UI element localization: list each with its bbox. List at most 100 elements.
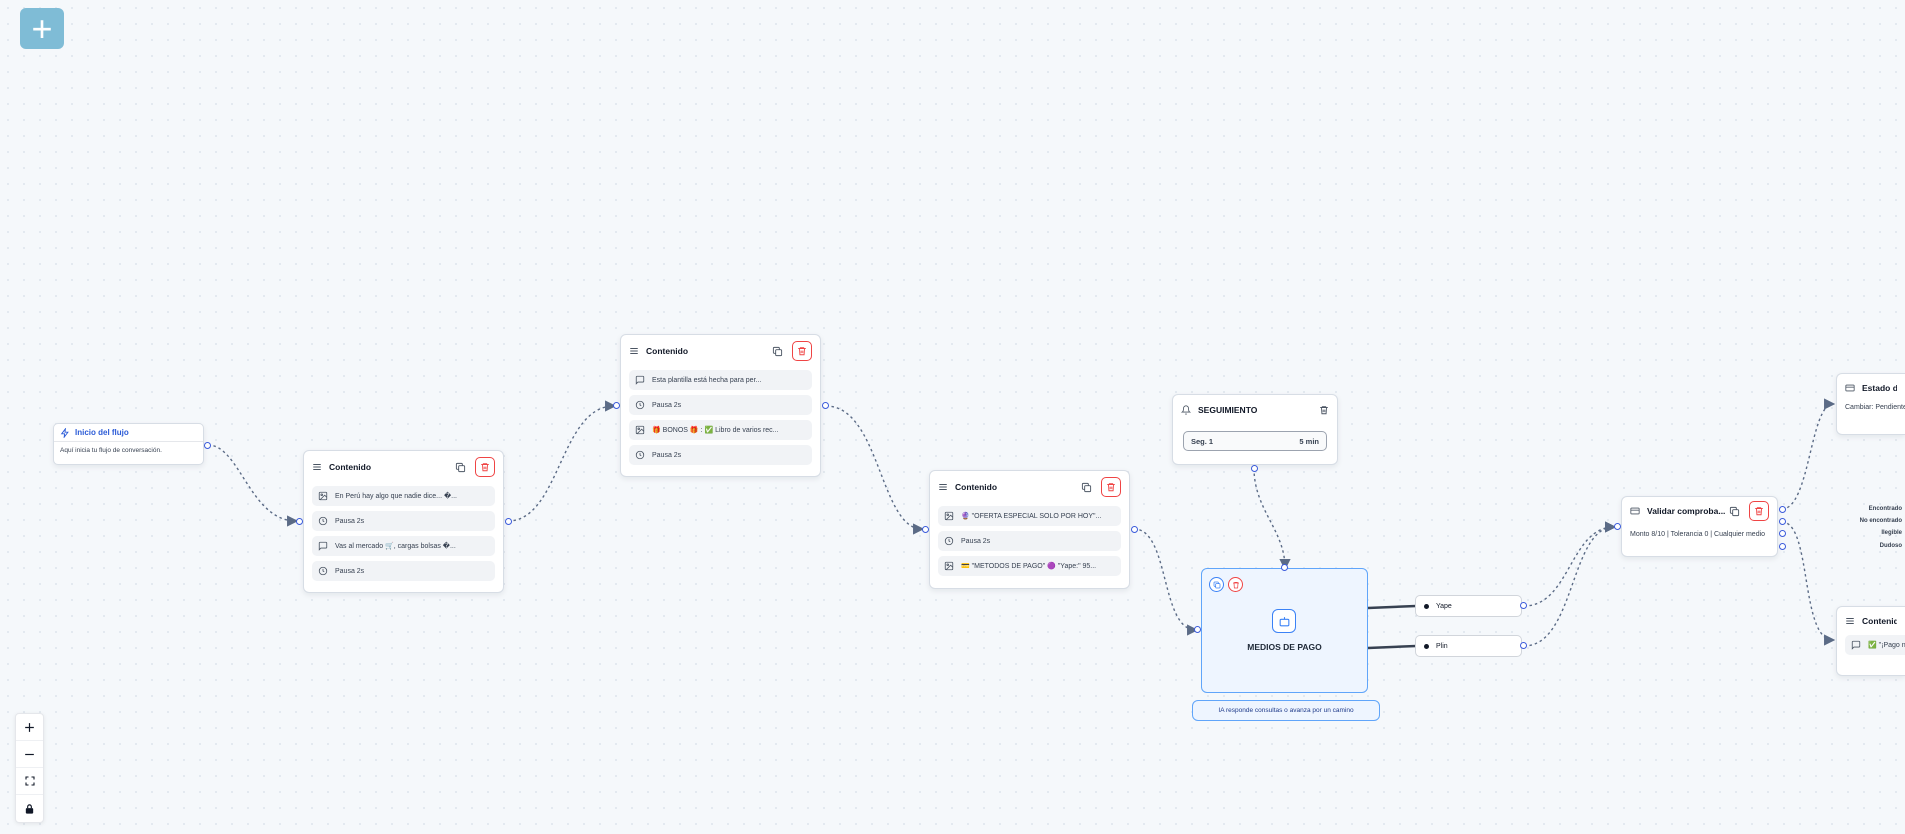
content-node-2[interactable]: Contenido Esta plantilla está hecha para…	[620, 334, 821, 477]
agent-title: MEDIOS DE PAGO	[1247, 642, 1322, 652]
yape-output-handle[interactable]	[1520, 602, 1527, 609]
minus-icon	[23, 748, 36, 761]
copy-icon[interactable]	[1725, 502, 1743, 520]
agent-description: IA responde consultas o avanza por un ca…	[1192, 700, 1380, 721]
content-node-partial[interactable]: Contenido ✅ "¡Pago no c	[1836, 606, 1905, 676]
content3-output-handle[interactable]	[1131, 526, 1138, 533]
zoom-in-button[interactable]	[16, 714, 43, 741]
trash-icon	[480, 462, 490, 472]
content2-output-handle[interactable]	[822, 402, 829, 409]
content3-input-handle[interactable]	[922, 526, 929, 533]
zoom-controls	[15, 713, 44, 823]
content2-input-handle[interactable]	[613, 402, 620, 409]
start-output-handle[interactable]	[204, 442, 211, 449]
delete-button[interactable]	[1749, 501, 1769, 521]
followup-output-handle[interactable]	[1251, 465, 1258, 472]
status-description: Cambiar: Pendiente	[1845, 404, 1905, 411]
validate-input-handle[interactable]	[1614, 523, 1621, 530]
delete-button[interactable]	[475, 457, 495, 477]
trash-icon[interactable]	[1319, 405, 1329, 415]
content-item[interactable]: Pausa 2s	[312, 561, 495, 581]
delete-button[interactable]	[1101, 477, 1121, 497]
content-item[interactable]: Esta plantilla está hecha para per...	[629, 370, 812, 390]
content1-output-handle[interactable]	[505, 518, 512, 525]
status-node[interactable]: Estado de p Cambiar: Pendiente	[1836, 373, 1905, 435]
image-icon	[944, 511, 954, 521]
content-node-3[interactable]: Contenido 🔮 "OFERTA ESPECIAL SOLO POR HO…	[929, 470, 1130, 589]
menu-icon	[629, 346, 639, 356]
card-icon	[1845, 383, 1855, 393]
trash-icon[interactable]	[1228, 577, 1243, 592]
plus-icon	[23, 721, 36, 734]
content-item[interactable]: 🎁 BONOS 🎁 : ✅ Libro de varios rec...	[629, 420, 812, 440]
content-item[interactable]: Pausa 2s	[938, 531, 1121, 551]
zoom-out-button[interactable]	[16, 741, 43, 768]
output-label-ilegible: Ilegible	[1881, 530, 1902, 536]
agent-input-handle[interactable]	[1194, 626, 1201, 633]
agent-node[interactable]: MEDIOS DE PAGO	[1201, 568, 1368, 693]
agent-path-line-yape	[1367, 604, 1417, 610]
output-label-dudoso: Dudoso	[1879, 543, 1902, 549]
trash-icon	[1754, 506, 1764, 516]
content-item[interactable]: Pausa 2s	[629, 395, 812, 415]
agent-path-plin[interactable]: Plin	[1415, 635, 1522, 657]
start-node-description: Aquí inicia tu flujo de conversación.	[60, 447, 162, 454]
followup-segment[interactable]: Seg. 1 5 min	[1183, 431, 1327, 451]
clock-icon	[944, 536, 954, 546]
lock-button[interactable]	[16, 795, 43, 822]
content-item[interactable]: Pausa 2s	[629, 445, 812, 465]
output-handle-encontrado[interactable]	[1779, 506, 1786, 513]
output-handle-dudoso[interactable]	[1779, 543, 1786, 550]
copy-icon[interactable]	[1209, 577, 1224, 592]
validate-description: Monto 8/10 | Tolerancia 0 | Cualquier me…	[1630, 531, 1766, 538]
delete-button[interactable]	[792, 341, 812, 361]
content-node-title: Contenido	[1862, 616, 1897, 626]
lock-icon	[24, 803, 35, 815]
plin-output-handle[interactable]	[1520, 642, 1527, 649]
edge-start-to-content1	[207, 444, 299, 527]
edge-plin-to-validate	[1523, 521, 1617, 647]
content-item[interactable]: ✅ "¡Pago no c	[1845, 635, 1905, 655]
card-icon	[1630, 506, 1640, 516]
lightning-icon	[60, 427, 70, 438]
message-icon	[635, 375, 645, 385]
output-label-encontrado: Encontrado	[1868, 506, 1902, 512]
message-icon	[1851, 640, 1861, 650]
menu-icon	[938, 482, 948, 492]
copy-icon[interactable]	[1077, 478, 1095, 496]
image-icon	[635, 425, 645, 435]
content-item[interactable]: Pausa 2s	[312, 511, 495, 531]
agent-top-handle[interactable]	[1281, 564, 1288, 571]
bell-icon	[1181, 405, 1191, 415]
validate-node[interactable]: Validar comproba... Monto 8/10 | Toleran…	[1621, 496, 1778, 557]
message-icon	[318, 541, 328, 551]
content-node-title: Contenido	[646, 346, 689, 356]
clock-icon	[318, 566, 328, 576]
edge-content2-to-content3	[825, 405, 925, 535]
content1-input-handle[interactable]	[296, 518, 303, 525]
edge-content1-to-content2	[507, 400, 617, 522]
output-handle-no-encontrado[interactable]	[1779, 518, 1786, 525]
followup-title: SEGUIMIENTO	[1198, 405, 1258, 415]
image-icon	[318, 491, 328, 501]
content-item[interactable]: 🔮 "OFERTA ESPECIAL SOLO POR HOY"...	[938, 506, 1121, 526]
content-item[interactable]: 💳 "METODOS DE PAGO" 🟣 "Yape:" 95...	[938, 556, 1121, 576]
add-node-button[interactable]: +	[20, 8, 64, 49]
trash-icon	[797, 346, 807, 356]
copy-icon[interactable]	[768, 342, 786, 360]
copy-icon[interactable]	[451, 458, 469, 476]
content-node-title: Contenido	[329, 462, 372, 472]
agent-path-yape[interactable]: Yape	[1415, 595, 1522, 617]
image-icon	[944, 561, 954, 571]
content-item[interactable]: En Perú hay algo que nadie dice... �...	[312, 486, 495, 506]
start-node[interactable]: Inicio del flujo Aquí inicia tu flujo de…	[53, 423, 204, 465]
clock-icon	[318, 516, 328, 526]
fit-view-button[interactable]	[16, 768, 43, 795]
edge-output-to-content	[1781, 521, 1836, 646]
menu-icon	[1845, 616, 1855, 626]
clock-icon	[635, 450, 645, 460]
content-node-1[interactable]: Contenido En Perú hay algo que nadie dic…	[303, 450, 504, 593]
followup-node[interactable]: SEGUIMIENTO Seg. 1 5 min	[1172, 394, 1338, 465]
output-handle-ilegible[interactable]	[1779, 530, 1786, 537]
content-item[interactable]: Vas al mercado 🛒, cargas bolsas �...	[312, 536, 495, 556]
